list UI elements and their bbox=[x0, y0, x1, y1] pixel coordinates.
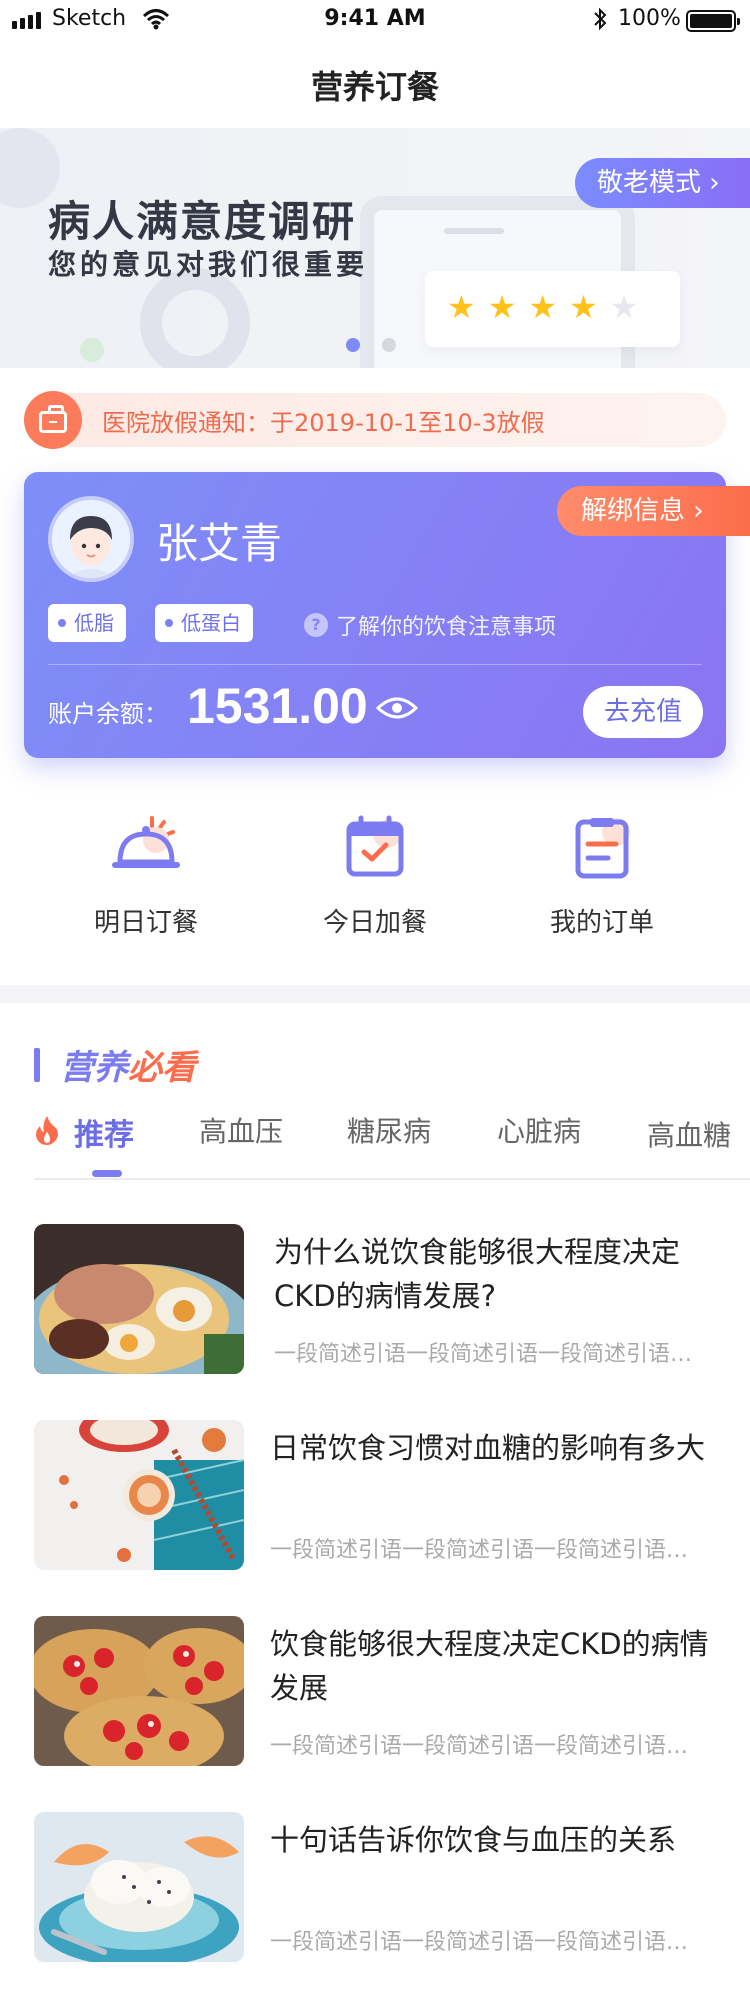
chevron-right-icon: › bbox=[693, 496, 704, 526]
battery-percent: 100% bbox=[618, 6, 681, 31]
article-item[interactable]: 日常饮食习惯对血糖的影响有多大 一段简述引语一段简述引语一段简述引语一段简述引语 bbox=[34, 1420, 724, 1570]
tab-hypertension[interactable]: 高血压 bbox=[199, 1110, 283, 1150]
calendar-check-icon bbox=[335, 812, 415, 882]
chevron-right-icon: › bbox=[709, 168, 720, 198]
tab-hyperglycemia[interactable]: 高血糖 bbox=[647, 1114, 731, 1154]
eye-icon[interactable] bbox=[376, 696, 418, 720]
rating-card: ★ ★ ★ ★ ★ bbox=[425, 271, 680, 347]
banner-title: 病人满意度调研 bbox=[48, 197, 357, 246]
section-title: 营养 必看 bbox=[34, 1040, 196, 1089]
section-divider bbox=[0, 985, 750, 1003]
diet-tag: 低脂 bbox=[48, 604, 126, 642]
star-rating: ★ ★ ★ ★ ★ bbox=[447, 289, 638, 325]
star-icon: ★ bbox=[487, 288, 517, 326]
article-title: 日常饮食习惯对血糖的影响有多大 bbox=[270, 1431, 706, 1465]
article-thumbnail bbox=[34, 1812, 244, 1962]
banner-decoration bbox=[80, 338, 104, 362]
tabs-divider bbox=[34, 1178, 750, 1180]
article-thumbnail bbox=[34, 1420, 244, 1570]
carousel-dot[interactable] bbox=[382, 338, 396, 352]
tab-heart-disease[interactable]: 心脏病 bbox=[497, 1110, 581, 1150]
article-title: 饮食能够很大程度决定CKD的病情发展 bbox=[270, 1627, 709, 1705]
card-divider bbox=[48, 664, 702, 665]
quick-action-tomorrow[interactable]: 明日订餐 bbox=[56, 812, 236, 939]
article-description: 一段简述引语一段简述引语一段简述引语一段简述引语 bbox=[270, 1538, 710, 1563]
article-description: 一段简述引语一段简述引语一段简述引语一段简述引语 bbox=[270, 1930, 710, 1955]
diet-notes-link[interactable]: ? 了解你的饮食注意事项 bbox=[304, 609, 556, 641]
battery-icon bbox=[686, 10, 740, 32]
section-title-bar bbox=[34, 1047, 40, 1082]
notice-text: 医院放假通知：于2019-10-1至10-3放假 bbox=[102, 409, 545, 437]
bluetooth-icon bbox=[594, 7, 607, 31]
carousel-dot[interactable] bbox=[346, 338, 360, 352]
order-list-icon bbox=[562, 812, 642, 882]
tab-diabetes[interactable]: 糖尿病 bbox=[347, 1110, 431, 1150]
star-icon: ★ bbox=[609, 288, 639, 326]
quick-action-label: 明日订餐 bbox=[93, 908, 198, 938]
question-icon: ? bbox=[304, 613, 328, 637]
notice-bar[interactable]: 医院放假通知：于2019-10-1至10-3放假 bbox=[24, 391, 726, 449]
fire-icon bbox=[36, 1116, 58, 1145]
star-icon: ★ bbox=[447, 288, 476, 326]
user-name: 张艾青 bbox=[156, 519, 283, 568]
article-description: 一段简述引语一段简述引语一段简述引语一段简述引语 bbox=[274, 1342, 714, 1367]
dome-cloche-icon bbox=[106, 812, 186, 882]
banner-decoration bbox=[140, 268, 250, 368]
article-thumbnail bbox=[34, 1224, 244, 1374]
diet-notes-label: 了解你的饮食注意事项 bbox=[336, 615, 557, 640]
article-title: 十句话告诉你饮食与血压的关系 bbox=[270, 1823, 677, 1857]
article-thumbnail bbox=[34, 1616, 244, 1766]
diet-tag: 低蛋白 bbox=[155, 604, 253, 642]
recharge-button[interactable]: 去充值 bbox=[583, 686, 703, 738]
balance-value: 1531.00 bbox=[187, 678, 368, 734]
section-title-part1: 营养 bbox=[60, 1048, 128, 1088]
user-card: 张艾青 解绑信息 › 低脂 低蛋白 ? 了解你的饮食注意事项 账户余额： 153… bbox=[24, 472, 750, 758]
article-item[interactable]: 饮食能够很大程度决定CKD的病情发展 一段简述引语一段简述引语一段简述引语一段简… bbox=[34, 1616, 724, 1766]
elder-mode-label: 敬老模式 bbox=[597, 168, 702, 198]
status-bar: Sketch 9:41 AM 100% bbox=[0, 0, 750, 40]
briefcase-icon bbox=[24, 391, 82, 449]
star-icon: ★ bbox=[569, 288, 598, 326]
section-title-part2: 必看 bbox=[128, 1048, 196, 1088]
article-item[interactable]: 十句话告诉你饮食与血压的关系 一段简述引语一段简述引语一段简述引语一段简述引语 bbox=[34, 1812, 724, 1962]
carousel-dots bbox=[346, 338, 396, 352]
tab-recommended[interactable]: 推荐 bbox=[74, 1110, 134, 1154]
balance-label: 账户余额： bbox=[48, 700, 168, 728]
elder-mode-button[interactable]: 敬老模式 › bbox=[575, 158, 750, 208]
quick-action-label: 我的订单 bbox=[549, 908, 654, 938]
category-tabs: 推荐 高血压 糖尿病 心脏病 高血糖 bbox=[34, 1110, 750, 1178]
article-title: 为什么说饮食能够很大程度决定CKD的病情发展? bbox=[274, 1235, 681, 1313]
quick-action-label: 今日加餐 bbox=[322, 908, 427, 938]
banner-subtitle: 您的意见对我们很重要 bbox=[48, 248, 369, 281]
banner-carousel[interactable]: ★ ★ ★ ★ ★ 病人满意度调研 您的意见对我们很重要 敬老模式 › bbox=[0, 128, 750, 368]
unbind-label: 解绑信息 bbox=[581, 496, 686, 526]
page-title: 营养订餐 bbox=[310, 68, 439, 106]
unbind-button[interactable]: 解绑信息 › bbox=[557, 486, 750, 536]
quick-action-today[interactable]: 今日加餐 bbox=[285, 812, 465, 939]
active-tab-indicator bbox=[92, 1170, 122, 1177]
star-icon: ★ bbox=[528, 288, 558, 326]
quick-action-orders[interactable]: 我的订单 bbox=[512, 812, 692, 939]
article-description: 一段简述引语一段简述引语一段简述引语一段简述引语 bbox=[270, 1734, 710, 1759]
avatar[interactable] bbox=[48, 496, 134, 582]
article-item[interactable]: 为什么说饮食能够很大程度决定CKD的病情发展? 一段简述引语一段简述引语一段简述… bbox=[34, 1224, 724, 1374]
user-avatar-icon bbox=[52, 500, 130, 578]
